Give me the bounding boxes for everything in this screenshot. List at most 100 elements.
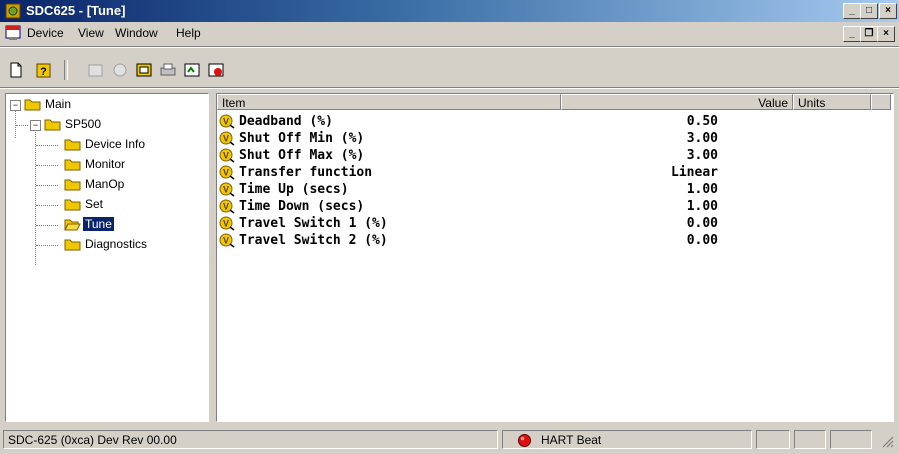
row-item: Shut Off Max (%) [239,148,365,163]
tree-line [36,205,58,206]
list-row[interactable]: V Travel Switch 2 (%) 0.00 [217,232,817,249]
column-header-filler [871,94,891,110]
collapse-icon[interactable]: − [10,100,21,111]
column-header-units[interactable]: Units [793,94,871,110]
row-item: Travel Switch 2 (%) [239,233,388,248]
device-icon[interactable] [134,60,156,80]
collapse-icon[interactable]: − [30,120,41,131]
svg-text:V: V [223,134,229,144]
mdi-minimize-button[interactable]: _ [843,26,861,42]
minimize-button[interactable]: _ [843,3,861,19]
tree-line [36,245,58,246]
list-row[interactable]: V Deadband (%) 0.50 [217,113,817,130]
print-icon[interactable] [158,60,180,80]
variable-icon: V [219,233,235,248]
menu-device[interactable]: Device [27,26,64,40]
row-item: Deadband (%) [239,114,333,129]
row-value: 0.00 [686,233,718,248]
status-device: SDC-625 (0xca) Dev Rev 00.00 [3,430,498,449]
row-value: 0.50 [686,114,718,129]
mdi-close-button[interactable]: × [877,26,895,42]
window-title: SDC625 - [Tune] [26,3,126,18]
menu-window[interactable]: Window [115,26,158,40]
list-row[interactable]: V Shut Off Max (%) 3.00 [217,147,817,164]
disabled-icon[interactable] [110,60,132,80]
svg-text:?: ? [40,66,47,78]
svg-text:V: V [223,151,229,161]
list-row[interactable]: V Transfer function Linear [217,164,817,181]
tree-label: SP500 [65,117,102,131]
menu-view[interactable]: View [78,26,104,40]
tree-label: ManOp [85,177,125,191]
tree-label: Monitor [85,157,126,171]
row-item: Time Up (secs) [239,182,349,197]
column-header-value[interactable]: Value [561,94,793,110]
new-icon[interactable] [6,60,28,80]
column-header-item[interactable]: Item [217,94,561,110]
hart-beat-led-icon [518,434,531,447]
stop-icon[interactable] [206,60,228,80]
svg-text:V: V [223,185,229,195]
tree-label: Device Info [85,137,146,151]
svg-text:V: V [223,236,229,246]
menu-help[interactable]: Help [176,26,201,40]
divider [0,46,899,48]
status-panel [756,430,790,449]
variable-icon: V [219,216,235,231]
tree-line [36,185,58,186]
list-header: Item Value Units [217,94,893,112]
parameter-list[interactable]: Item Value Units V Deadband (%) 0.50 V S… [216,93,894,422]
folder-icon [64,179,81,191]
list-row[interactable]: V Time Up (secs) 1.00 [217,181,817,198]
svg-text:V: V [223,202,229,212]
close-button[interactable]: × [879,3,897,19]
row-value: Linear [671,165,718,180]
document-icon[interactable] [5,25,21,41]
variable-icon: V [219,148,235,163]
device-tree[interactable]: − Main − SP500 Device Info Monitor ManOp… [5,93,209,422]
maximize-button[interactable]: □ [860,3,878,19]
folder-icon [64,199,81,211]
tree-label-selected: Tune [83,217,114,231]
tree-label: Set [85,197,104,211]
status-hart-label: HART Beat [541,433,602,447]
app-icon[interactable] [5,3,21,19]
row-value: 3.00 [686,148,718,163]
variable-icon: V [219,131,235,146]
row-value: 3.00 [686,131,718,146]
list-row[interactable]: V Shut Off Min (%) 3.00 [217,130,817,147]
row-item: Travel Switch 1 (%) [239,216,388,231]
folder-icon [64,159,81,171]
open-folder-icon [64,219,81,231]
row-value: 1.00 [686,182,718,197]
row-value: 1.00 [686,199,718,214]
folder-icon [64,139,81,151]
disabled-icon[interactable] [86,60,108,80]
resize-grip-icon[interactable] [880,434,894,448]
refresh-icon[interactable] [182,60,204,80]
title-bar: SDC625 - [Tune] _ □ × [0,0,899,22]
variable-icon: V [219,199,235,214]
splitter[interactable] [209,93,214,422]
row-item: Time Down (secs) [239,199,365,214]
mdi-restore-button[interactable]: ❐ [860,26,878,42]
menu-bar: Device View Window Help [0,22,899,44]
tree-line [15,108,16,138]
list-row[interactable]: V Travel Switch 1 (%) 0.00 [217,215,817,232]
folder-icon [64,239,81,251]
variable-icon: V [219,165,235,180]
tree-line [16,125,28,126]
toolbar-separator [64,60,68,80]
variable-icon: V [219,114,235,129]
variable-icon: V [219,182,235,197]
tree-line [36,145,58,146]
folder-icon [44,119,61,131]
row-item: Shut Off Min (%) [239,131,365,146]
divider [0,87,899,89]
svg-text:V: V [223,168,229,178]
list-row[interactable]: V Time Down (secs) 1.00 [217,198,817,215]
svg-text:V: V [223,117,229,127]
hart-icon[interactable]: ? [34,60,56,80]
folder-icon [24,99,41,111]
tree-label: Main [45,97,72,111]
